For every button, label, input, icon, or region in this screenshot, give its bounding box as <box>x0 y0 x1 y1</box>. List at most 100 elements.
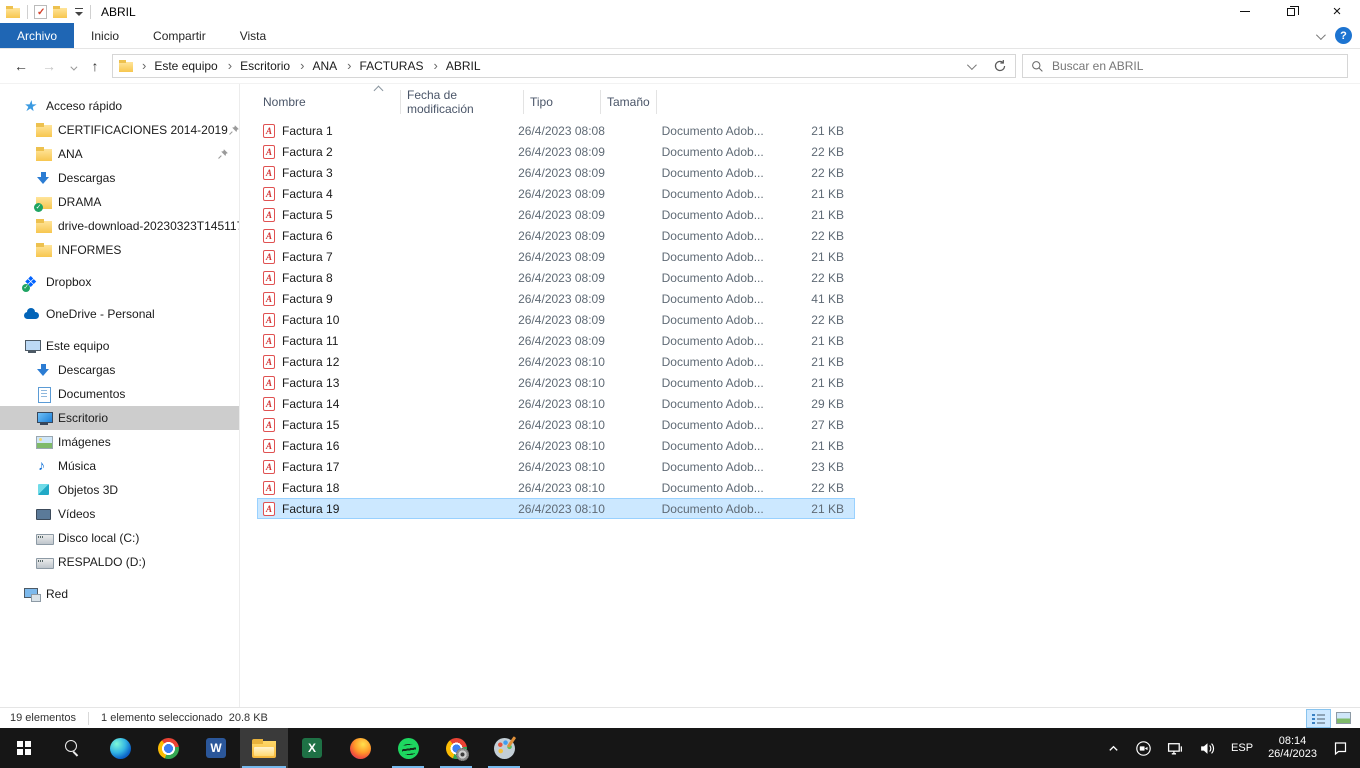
taskbar-app-button[interactable] <box>480 728 528 768</box>
file-row[interactable]: Factura 8 26/4/2023 08:09 Documento Adob… <box>257 267 855 288</box>
column-header[interactable]: Fecha de modificación <box>401 90 524 114</box>
sidebar-item[interactable]: Descargas <box>0 166 239 190</box>
this-pc-icon <box>24 338 41 354</box>
breadcrumb-item[interactable]: Escritorio <box>220 58 292 74</box>
column-header[interactable]: Tipo <box>524 90 601 114</box>
sidebar-item[interactable]: Escritorio <box>0 406 239 430</box>
action-center-icon[interactable] <box>1332 740 1348 756</box>
file-row[interactable]: Factura 6 26/4/2023 08:09 Documento Adob… <box>257 225 855 246</box>
breadcrumb-item[interactable]: FACTURAS <box>339 58 425 74</box>
close-button[interactable]: × <box>1314 0 1360 23</box>
customize-qat-icon[interactable] <box>74 7 84 17</box>
breadcrumb-item[interactable]: Este equipo <box>134 58 220 74</box>
file-type: Documento Adob... <box>655 271 778 285</box>
file-row[interactable]: Factura 3 26/4/2023 08:09 Documento Adob… <box>257 162 855 183</box>
sidebar-item[interactable]: INFORMES <box>0 238 239 262</box>
sidebar-item[interactable]: Acceso rápido <box>0 94 239 118</box>
sidebar-item[interactable]: drive-download-20230323T145117Z <box>0 214 239 238</box>
taskbar-app-button[interactable]: W <box>192 728 240 768</box>
sidebar-item[interactable]: Imágenes <box>0 430 239 454</box>
properties-icon[interactable] <box>34 5 47 19</box>
taskbar-app-button[interactable] <box>240 728 288 768</box>
help-icon[interactable]: ? <box>1335 27 1352 44</box>
taskbar-app-button[interactable] <box>48 728 96 768</box>
forward-button[interactable]: → <box>38 58 60 74</box>
sidebar-item[interactable]: Objetos 3D <box>0 478 239 502</box>
file-row[interactable]: Factura 16 26/4/2023 08:10 Documento Ado… <box>257 435 855 456</box>
address-dropdown-icon[interactable] <box>957 55 983 77</box>
start-button[interactable] <box>0 728 48 768</box>
file-row[interactable]: Factura 14 26/4/2023 08:10 Documento Ado… <box>257 393 855 414</box>
sidebar-item[interactable]: OneDrive - Personal <box>0 302 239 326</box>
file-type: Documento Adob... <box>655 460 778 474</box>
sidebar-item[interactable]: Disco local (C:) <box>0 526 239 550</box>
sidebar-item-label: Descargas <box>58 171 115 185</box>
file-row[interactable]: Factura 15 26/4/2023 08:10 Documento Ado… <box>257 414 855 435</box>
ribbon-tab[interactable]: Vista <box>223 23 283 48</box>
volume-icon[interactable] <box>1199 740 1216 757</box>
file-size: 41 KB <box>777 292 854 306</box>
sidebar-item[interactable]: Vídeos <box>0 502 239 526</box>
file-row[interactable]: Factura 11 26/4/2023 08:09 Documento Ado… <box>257 330 855 351</box>
file-size: 22 KB <box>777 481 854 495</box>
column-header[interactable]: Tamaño <box>601 90 657 114</box>
file-row[interactable]: Factura 1 26/4/2023 08:08 Documento Adob… <box>257 120 855 141</box>
file-row[interactable]: Factura 12 26/4/2023 08:10 Documento Ado… <box>257 351 855 372</box>
language-indicator[interactable]: ESP <box>1231 742 1253 754</box>
restore-button[interactable] <box>1268 0 1314 23</box>
sidebar-item[interactable]: Dropbox <box>0 270 239 294</box>
thumbnails-view-button[interactable] <box>1331 709 1356 728</box>
taskbar-app-button[interactable] <box>432 728 480 768</box>
tray-chevron-up-icon[interactable] <box>1107 742 1120 755</box>
search-input[interactable] <box>1052 59 1339 73</box>
sidebar-item[interactable]: DRAMA <box>0 190 239 214</box>
sidebar-item[interactable]: Documentos <box>0 382 239 406</box>
file-row[interactable]: Factura 7 26/4/2023 08:09 Documento Adob… <box>257 246 855 267</box>
sidebar-item[interactable]: Descargas <box>0 358 239 382</box>
sidebar-item[interactable]: CERTIFICACIONES 2014-2019 <box>0 118 239 142</box>
taskbar-app-button[interactable] <box>384 728 432 768</box>
file-row[interactable]: Factura 18 26/4/2023 08:10 Documento Ado… <box>257 477 855 498</box>
sidebar-item[interactable]: Red <box>0 582 239 606</box>
file-row[interactable]: Factura 13 26/4/2023 08:10 Documento Ado… <box>257 372 855 393</box>
taskbar-app-button[interactable] <box>96 728 144 768</box>
minimize-button[interactable] <box>1222 0 1268 23</box>
sidebar-item[interactable]: Música <box>0 454 239 478</box>
ribbon-tab[interactable]: Inicio <box>74 23 136 48</box>
collapse-ribbon-icon[interactable] <box>1316 29 1323 43</box>
meet-now-icon[interactable] <box>1135 740 1152 757</box>
back-button[interactable]: ← <box>10 58 32 74</box>
sidebar-item[interactable]: Este equipo <box>0 334 239 358</box>
up-button[interactable]: ↑ <box>84 58 106 74</box>
details-view-button[interactable] <box>1306 709 1331 728</box>
file-row[interactable]: Factura 4 26/4/2023 08:09 Documento Adob… <box>257 183 855 204</box>
file-size: 29 KB <box>777 397 854 411</box>
title-bar: ABRIL × <box>0 0 1360 23</box>
network-icon[interactable] <box>1167 740 1184 757</box>
clock[interactable]: 08:14 26/4/2023 <box>1268 735 1317 761</box>
breadcrumb-item[interactable]: ANA <box>292 58 339 74</box>
taskbar-app-button[interactable] <box>336 728 384 768</box>
sidebar-item[interactable]: RESPALDO (D:) <box>0 550 239 574</box>
file-name: Factura 15 <box>282 418 339 432</box>
ribbon-tab[interactable]: Archivo <box>0 23 74 48</box>
taskbar-app-button[interactable] <box>144 728 192 768</box>
breadcrumb-item-label: ABRIL <box>446 59 481 73</box>
breadcrumb-item[interactable]: ABRIL <box>425 58 482 74</box>
file-row[interactable]: Factura 9 26/4/2023 08:09 Documento Adob… <box>257 288 855 309</box>
file-row[interactable]: Factura 19 26/4/2023 08:10 Documento Ado… <box>257 498 855 519</box>
file-row[interactable]: Factura 2 26/4/2023 08:09 Documento Adob… <box>257 141 855 162</box>
taskbar-app-button[interactable]: X <box>288 728 336 768</box>
sidebar-item[interactable]: ANA <box>0 142 239 166</box>
search-box[interactable] <box>1022 54 1348 78</box>
recent-locations-icon[interactable] <box>66 58 78 74</box>
new-folder-icon[interactable] <box>53 5 68 19</box>
file-type: Documento Adob... <box>655 376 778 390</box>
file-row[interactable]: Factura 5 26/4/2023 08:09 Documento Adob… <box>257 204 855 225</box>
ribbon-tab[interactable]: Compartir <box>136 23 223 48</box>
breadcrumb[interactable]: Este equipo Escritorio ANA FACTURAS ABRI… <box>112 54 1016 78</box>
file-row[interactable]: Factura 17 26/4/2023 08:10 Documento Ado… <box>257 456 855 477</box>
file-row[interactable]: Factura 10 26/4/2023 08:09 Documento Ado… <box>257 309 855 330</box>
refresh-icon[interactable] <box>987 55 1013 77</box>
file-modified-date: 26/4/2023 08:09 <box>511 334 655 348</box>
